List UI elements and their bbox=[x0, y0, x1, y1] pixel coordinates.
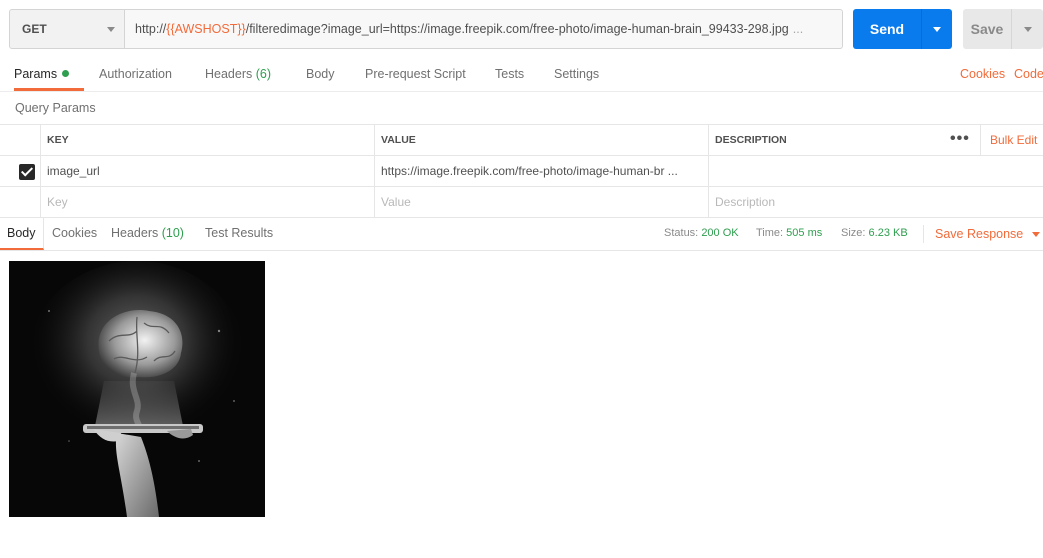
status-label: Status: bbox=[664, 227, 699, 239]
time-label: Time: bbox=[756, 227, 784, 239]
bulk-edit-button[interactable]: Bulk Edit bbox=[980, 125, 1037, 155]
url-input[interactable]: http://{{AWSHOST}}/filteredimage?image_u… bbox=[125, 9, 843, 49]
save-response-button[interactable]: Save Response bbox=[923, 225, 1041, 243]
method-label: GET bbox=[22, 22, 47, 36]
row-check-cell bbox=[0, 156, 40, 186]
response-tab-test-results[interactable]: Test Results bbox=[205, 217, 273, 250]
tab-params[interactable]: Params bbox=[14, 58, 84, 91]
response-size: Size: 6.23 KB bbox=[841, 217, 908, 250]
query-params-title: Query Params bbox=[15, 101, 96, 115]
response-image bbox=[9, 261, 265, 517]
url-ellipsis: ... bbox=[792, 22, 804, 36]
new-key-input[interactable]: Key bbox=[40, 187, 374, 217]
tab-tests[interactable]: Tests bbox=[495, 58, 524, 91]
new-value-input[interactable]: Value bbox=[374, 187, 708, 217]
query-params-table: KEY VALUE DESCRIPTION ••• Bulk Edit imag… bbox=[0, 124, 1043, 218]
tab-settings[interactable]: Settings bbox=[554, 58, 599, 91]
response-tab-headers[interactable]: Headers (10) bbox=[111, 217, 184, 250]
tab-authorization[interactable]: Authorization bbox=[99, 58, 172, 91]
url-variable: {{AWSHOST}} bbox=[166, 22, 246, 36]
save-options-button[interactable] bbox=[1012, 9, 1043, 49]
response-tab-body[interactable]: Body bbox=[0, 217, 44, 250]
response-headers-label: Headers bbox=[111, 226, 159, 240]
response-status: Status: 200 OK bbox=[664, 217, 739, 250]
cookies-link[interactable]: Cookies bbox=[960, 58, 1005, 91]
row-check-cell bbox=[0, 187, 40, 217]
tab-body[interactable]: Body bbox=[306, 58, 335, 91]
table-row-new: Key Value Description bbox=[0, 187, 1043, 218]
table-row: image_url https://image.freepik.com/free… bbox=[0, 156, 1043, 187]
row-checkbox[interactable] bbox=[19, 164, 35, 180]
header-check-cell bbox=[0, 125, 40, 155]
time-value[interactable]: 505 ms bbox=[786, 227, 822, 239]
code-link[interactable]: Code bbox=[1014, 58, 1043, 91]
request-tabs: Params Authorization Headers (6) Body Pr… bbox=[0, 58, 1043, 92]
param-key[interactable]: image_url bbox=[40, 156, 374, 186]
size-label: Size: bbox=[841, 227, 866, 239]
send-options-button[interactable] bbox=[922, 9, 952, 49]
column-header-key: KEY bbox=[40, 125, 374, 155]
size-value[interactable]: 6.23 KB bbox=[869, 227, 908, 239]
more-options-icon[interactable]: ••• bbox=[950, 125, 970, 153]
tab-headers-label: Headers bbox=[205, 67, 253, 81]
response-headers-count: (10) bbox=[161, 226, 184, 240]
url-rest: /filteredimage?image_url=https://image.f… bbox=[245, 22, 789, 36]
chevron-down-icon bbox=[1023, 26, 1032, 32]
save-response-label: Save Response bbox=[935, 227, 1024, 241]
params-active-dot bbox=[62, 70, 70, 77]
table-header-row: KEY VALUE DESCRIPTION ••• Bulk Edit bbox=[0, 125, 1043, 156]
method-select[interactable]: GET bbox=[9, 9, 125, 49]
send-button-group: Send bbox=[853, 9, 952, 49]
request-bar: GET http://{{AWSHOST}}/filteredimage?ima… bbox=[9, 9, 843, 49]
response-time: Time: 505 ms bbox=[756, 217, 822, 250]
send-button[interactable]: Send bbox=[853, 9, 922, 49]
url-prefix: http:// bbox=[135, 22, 167, 36]
tab-headers[interactable]: Headers (6) bbox=[205, 58, 271, 91]
response-tabs: Body Cookies Headers (10) Test Results S… bbox=[0, 217, 1043, 251]
tab-prerequest-script[interactable]: Pre-request Script bbox=[365, 58, 466, 91]
headers-count: (6) bbox=[255, 67, 272, 81]
chevron-down-icon bbox=[933, 26, 941, 32]
column-header-value: VALUE bbox=[374, 125, 708, 155]
response-tab-cookies[interactable]: Cookies bbox=[52, 217, 97, 250]
save-button-group: Save bbox=[963, 9, 1043, 49]
chevron-down-icon bbox=[1032, 232, 1041, 237]
brain-on-phone-image bbox=[9, 261, 265, 517]
chevron-down-icon bbox=[107, 27, 115, 32]
param-description[interactable] bbox=[708, 156, 1043, 186]
save-button[interactable]: Save bbox=[963, 9, 1012, 49]
new-description-input[interactable]: Description bbox=[708, 187, 1043, 217]
param-value[interactable]: https://image.freepik.com/free-photo/ima… bbox=[374, 156, 708, 186]
tab-params-label: Params bbox=[14, 67, 58, 81]
status-value[interactable]: 200 OK bbox=[701, 227, 738, 239]
